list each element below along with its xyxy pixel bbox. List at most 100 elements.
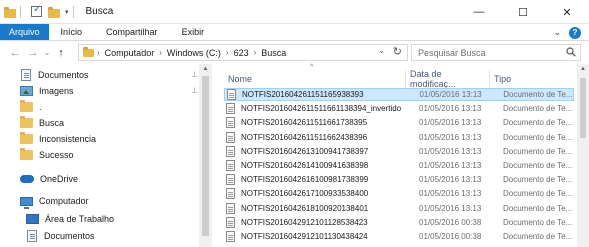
file-type: Documento de Te...	[503, 132, 573, 142]
recent-locations-button[interactable]: ⌄	[42, 48, 52, 57]
text-file-icon	[226, 103, 235, 115]
navigation-pane: Documentos ⊥ Imagens ⊥ . Busca Inconsist…	[0, 64, 212, 247]
file-row[interactable]: NOTFIS20160426131009417383​97 01/05/2016 …	[224, 145, 574, 158]
new-folder-icon[interactable]	[48, 6, 60, 18]
file-row[interactable]: NOTFIS20160426161009817383​99 01/05/2016 …	[224, 173, 574, 186]
forward-button[interactable]: →	[24, 47, 42, 59]
close-button[interactable]: ✕	[545, 0, 589, 24]
file-date: 01/05/2016 13:13	[419, 90, 482, 99]
window-title: Busca	[85, 6, 114, 17]
scroll-up-icon[interactable]: ▲	[577, 66, 589, 72]
nav-item-label: Inconsistencia	[39, 134, 97, 144]
file-type: Documento de Te...	[503, 146, 573, 156]
folder-icon	[20, 100, 33, 112]
file-type: Documento de Te...	[503, 232, 573, 241]
breadcrumb-separator[interactable]: ›	[223, 48, 232, 57]
file-row[interactable]: NOTFIS20160426115116611383​94_invertido 0…	[224, 102, 574, 115]
properties-icon[interactable]	[31, 4, 42, 17]
expand-ribbon-icon[interactable]: ⌄	[553, 27, 561, 38]
search-placeholder: Pesquisar Busca	[418, 47, 486, 58]
file-row[interactable]: NOTFIS20160426181009201384​01 01/05/2016 …	[224, 202, 574, 215]
maximize-button[interactable]: ☐	[501, 0, 545, 24]
help-icon[interactable]: ?	[569, 26, 581, 39]
tab-exibir[interactable]: Exibir	[170, 24, 217, 40]
text-file-icon	[226, 216, 235, 228]
nav-item-label: .	[39, 102, 42, 112]
file-row[interactable]: NOTFIS20160426115116593839​3 01/05/2016 1…	[224, 88, 574, 101]
nav-item-busca[interactable]: Busca	[20, 115, 64, 131]
file-type: Documento de Te...	[503, 189, 573, 199]
breadcrumb-busca[interactable]: Busca	[259, 48, 288, 58]
tab-inicio[interactable]: Início	[49, 24, 95, 40]
search-input[interactable]: Pesquisar Busca	[411, 44, 581, 61]
file-date: 01/05/2016 13:13	[419, 203, 482, 213]
breadcrumb-separator[interactable]: ›	[94, 48, 103, 57]
scroll-up-icon[interactable]: ▲	[199, 66, 212, 72]
breadcrumb-separator[interactable]: ›	[156, 48, 165, 57]
breadcrumb-separator[interactable]: ›	[251, 48, 260, 57]
back-button[interactable]: ←	[6, 47, 24, 59]
file-name: NOTFIS20160426115116617383​95	[241, 118, 368, 128]
column-header-date[interactable]: Data de modificaç...	[406, 69, 490, 89]
file-row[interactable]: NOTFIS20160429121011304384​24 01/05/2016 …	[224, 230, 574, 243]
nav-item-computador[interactable]: Computador	[20, 193, 89, 209]
file-name: NOTFIS20160426171009335384​00	[241, 189, 369, 199]
breadcrumb-623[interactable]: 623	[232, 48, 251, 58]
nav-item-area-de-trabalho[interactable]: Área de Trabalho	[26, 211, 114, 227]
nav-item-documentos-quick[interactable]: Documentos	[20, 67, 89, 83]
window-controls: — ☐ ✕	[457, 0, 589, 24]
file-list-scrollbar-thumb[interactable]	[580, 78, 586, 138]
search-icon[interactable]	[566, 47, 576, 57]
nav-item-inconsistencia[interactable]: Inconsistencia	[20, 131, 96, 147]
pin-icon[interactable]: ⊥	[191, 70, 198, 79]
file-date: 01/05/2016 00:38	[419, 232, 482, 241]
nav-item-label: Sucesso	[39, 150, 74, 160]
file-date: 01/05/2016 13:13	[419, 132, 482, 142]
documents-icon	[21, 69, 31, 81]
quick-access-dropdown[interactable]: ▾	[65, 8, 69, 16]
text-file-icon	[226, 174, 235, 186]
nav-scrollbar-thumb[interactable]	[202, 76, 209, 236]
tab-compartilhar[interactable]: Compartilhar	[94, 24, 170, 40]
file-name: NOTFIS20160426115116593839​3	[242, 90, 364, 99]
up-button[interactable]: ↑	[52, 47, 70, 59]
nav-item-onedrive[interactable]: OneDrive	[20, 171, 78, 187]
computer-icon	[20, 196, 33, 209]
text-file-icon	[226, 117, 235, 129]
folder-icon	[20, 132, 33, 144]
file-row[interactable]: NOTFIS20160426141009416383​98 01/05/2016 …	[224, 159, 574, 172]
nav-item-documentos[interactable]: Documentos	[26, 228, 95, 244]
tab-arquivo[interactable]: Arquivo	[0, 24, 49, 40]
nav-pane-scrollbar[interactable]: ▲	[199, 64, 212, 247]
minimize-button[interactable]: —	[457, 0, 501, 24]
file-row[interactable]: NOTFIS20160426115116617383​95 01/05/2016 …	[224, 116, 574, 129]
text-file-icon	[226, 188, 235, 200]
nav-item-dot-folder[interactable]: .	[20, 99, 42, 115]
address-dropdown-icon[interactable]: ⌄	[378, 46, 385, 55]
column-header-name[interactable]: Nome	[224, 70, 406, 88]
refresh-icon[interactable]: ↻	[393, 45, 402, 58]
nav-item-label: Imagens	[39, 86, 74, 96]
text-file-icon	[226, 202, 235, 214]
quick-access-separator	[20, 5, 21, 18]
file-date: 01/05/2016 13:13	[419, 104, 482, 114]
file-list-scrollbar[interactable]: ▲	[577, 64, 589, 247]
file-name: NOTFIS20160429121011304384​24	[241, 232, 368, 241]
breadcrumb-windows-c[interactable]: Windows (C:)	[165, 48, 223, 58]
file-date: 01/05/2016 13:13	[419, 175, 482, 185]
nav-item-label: OneDrive	[40, 174, 79, 184]
file-row[interactable]: NOTFIS20160426171009335384​00 01/05/2016 …	[224, 187, 574, 200]
file-date: 01/05/2016 13:13	[419, 189, 482, 199]
file-name: NOTFIS20160429121011285384​23	[241, 217, 368, 227]
nav-item-imagens[interactable]: Imagens	[20, 83, 74, 99]
breadcrumb-computador[interactable]: Computador	[103, 48, 157, 58]
file-row[interactable]: NOTFIS20160429121011285384​23 01/05/2016 …	[224, 216, 574, 229]
quick-access-separator	[72, 5, 74, 18]
address-bar[interactable]: › Computador › Windows (C:) › 623 › Busc…	[78, 44, 408, 61]
folder-icon	[20, 148, 33, 160]
column-header-type[interactable]: Tipo	[490, 70, 574, 88]
pin-icon[interactable]: ⊥	[191, 86, 198, 95]
text-file-icon	[226, 131, 235, 143]
file-row[interactable]: NOTFIS20160426115116624383​96 01/05/2016 …	[224, 131, 574, 144]
nav-item-sucesso[interactable]: Sucesso	[20, 147, 74, 163]
